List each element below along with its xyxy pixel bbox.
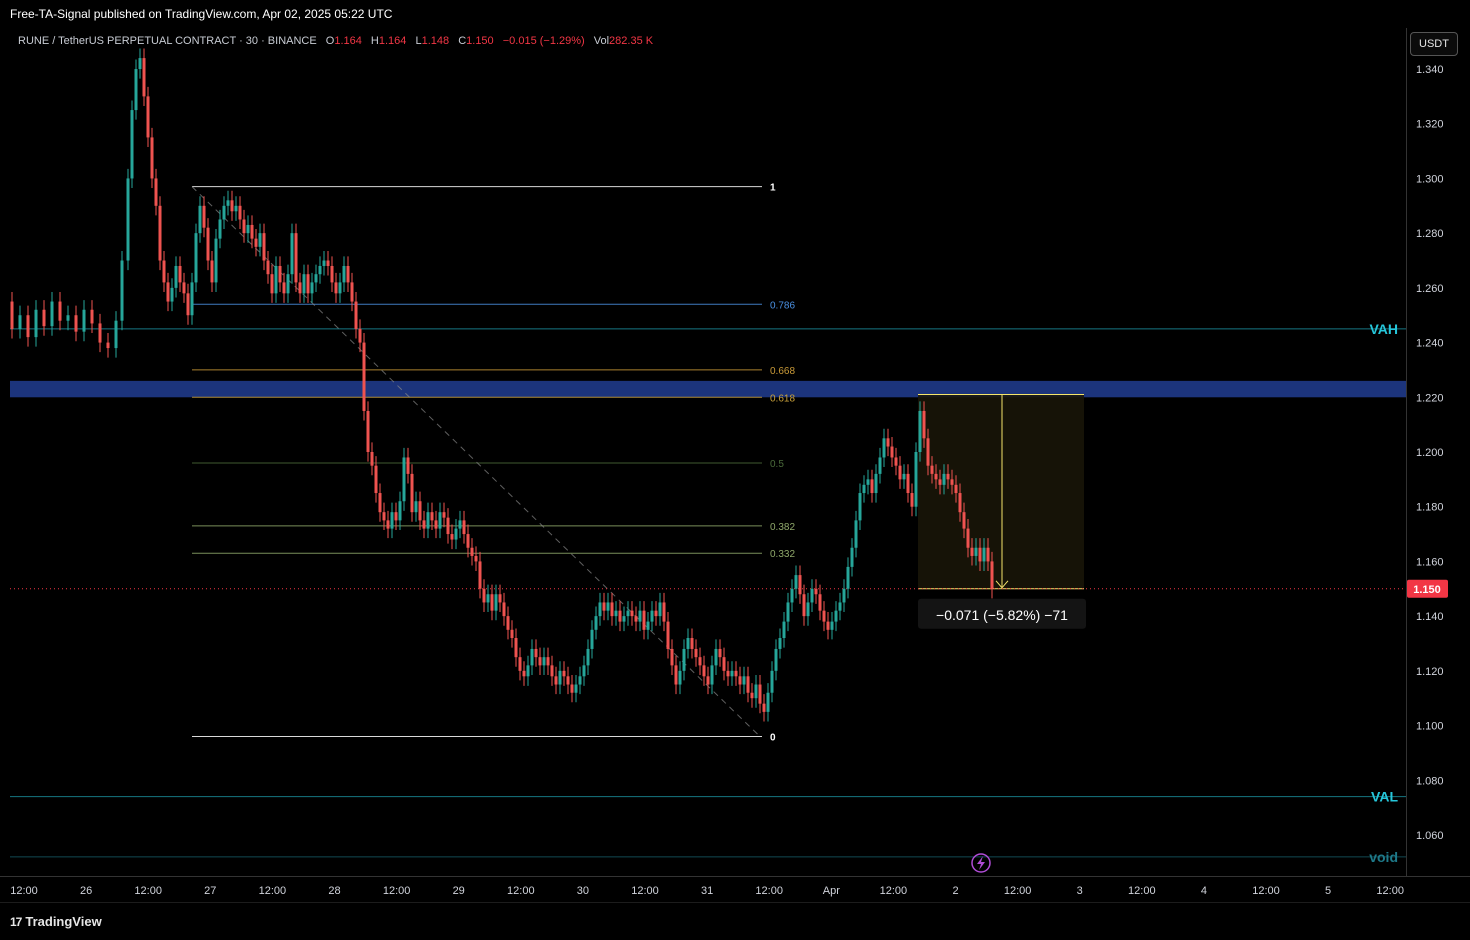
chart-area[interactable] [10, 28, 1406, 876]
high-label: H [370, 35, 379, 47]
currency-unit-button[interactable]: USDT [1410, 32, 1458, 56]
close-value: 1.150 [466, 35, 494, 47]
published-header: Free-TA-Signal published on TradingView.… [0, 0, 1470, 28]
close-label: C [458, 35, 467, 47]
published-text: Free-TA-Signal published on TradingView.… [10, 7, 393, 21]
tradingview-brand: TradingView [25, 914, 102, 929]
volume-label: Vol [593, 35, 610, 47]
footer-bar: 17 TradingView [0, 902, 1470, 940]
price-scale[interactable] [1406, 28, 1470, 876]
high-value: 1.164 [378, 35, 407, 47]
open-value: 1.164 [334, 35, 362, 47]
time-scale[interactable] [0, 876, 1470, 903]
low-value: 1.148 [421, 35, 450, 47]
volume-value: 282.35 K [609, 35, 654, 47]
tradingview-mark: 17 [10, 915, 22, 929]
symbol-legend: RUNE / TetherUS PERPETUAL CONTRACT · 30 … [18, 35, 653, 47]
tradingview-logo[interactable]: 17 TradingView [10, 914, 102, 929]
change-value: −0.015 (−1.29%) [502, 35, 585, 47]
symbol-title[interactable]: RUNE / TetherUS PERPETUAL CONTRACT · 30 … [18, 35, 317, 47]
